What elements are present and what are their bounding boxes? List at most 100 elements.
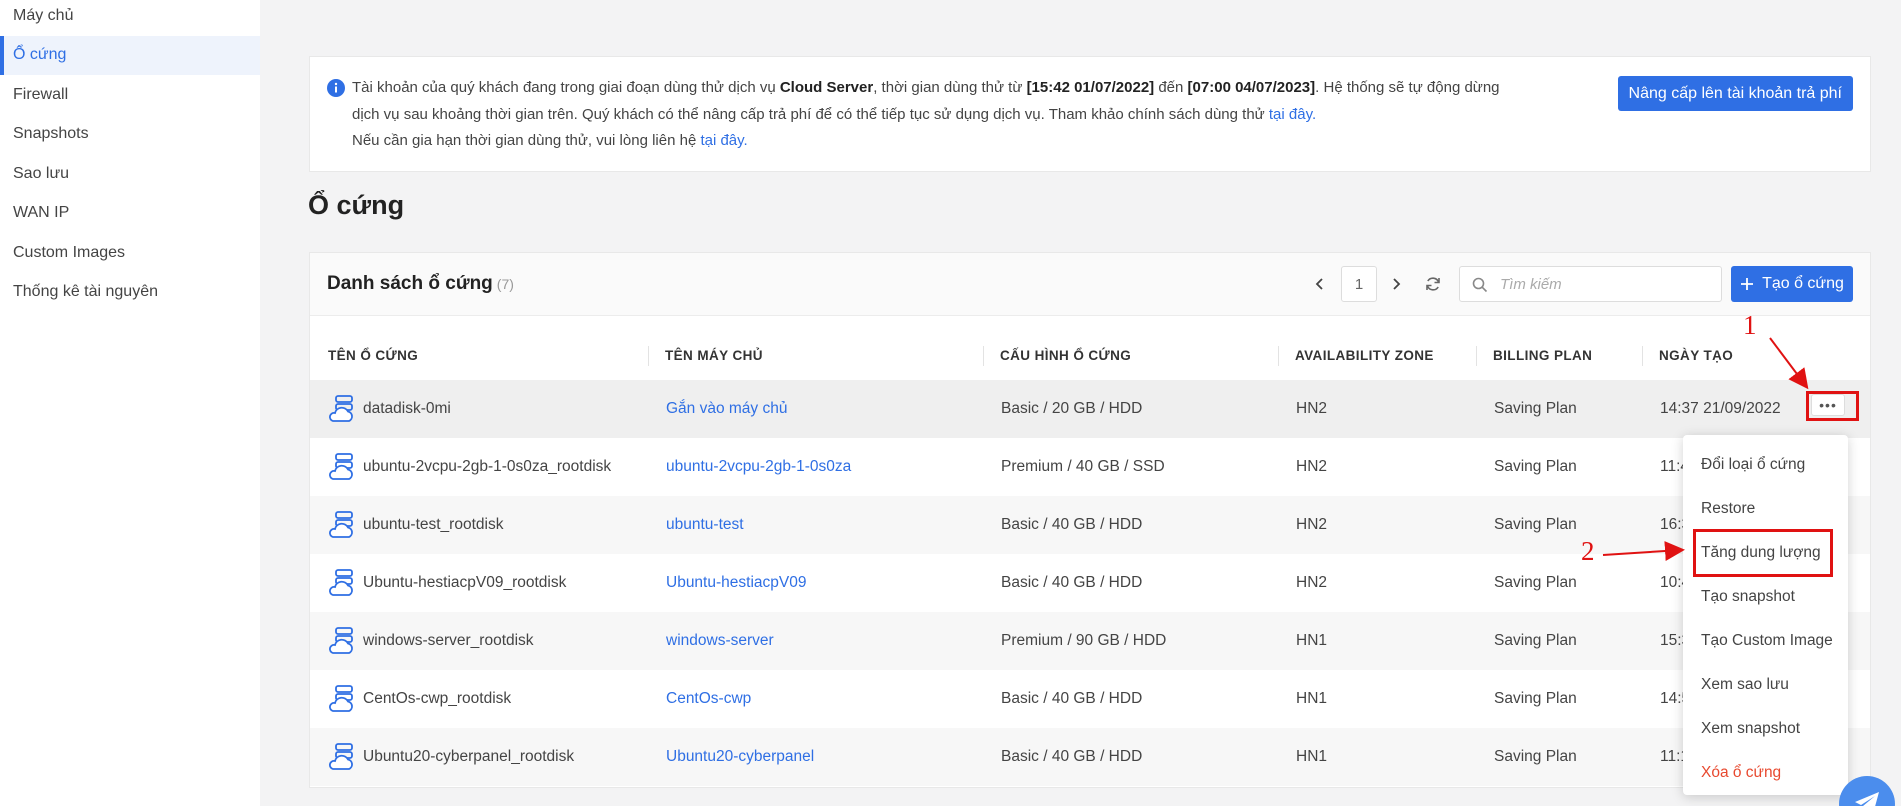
menu-item-restore[interactable]: Restore — [1683, 487, 1848, 531]
annotation-box-increase-capacity — [1693, 529, 1833, 577]
availability-zone: HN1 — [1296, 632, 1328, 649]
server-link[interactable]: CentOs-cwp — [666, 670, 751, 728]
sidebar-item-custom-images[interactable]: Custom Images — [0, 233, 260, 273]
sidebar-item-label: Snapshots — [13, 125, 89, 143]
sidebar-item-wan-ip[interactable]: WAN IP — [0, 194, 260, 234]
chevron-left-icon[interactable] — [1310, 273, 1330, 295]
sidebar-item-label: Firewall — [13, 85, 69, 103]
server-link[interactable]: ubuntu-2vcpu-2gb-1-0s0za — [666, 438, 851, 496]
sidebar-item-may-chu[interactable]: Máy chủ — [0, 0, 260, 36]
column-header: TÊN MÁY CHỦ — [665, 348, 763, 363]
policy-link[interactable]: tại đây. — [1269, 106, 1316, 123]
disk-name: ubuntu-test_rootdisk — [363, 516, 504, 533]
annotation-step-1: 1 — [1743, 310, 1757, 340]
plus-icon — [1741, 278, 1754, 290]
telegram-icon — [1855, 792, 1879, 806]
table-row[interactable]: ubuntu-test_rootdisk ubuntu-test Basic /… — [310, 496, 1870, 554]
notice-text: Tài khoản của quý khách đang trong giai … — [352, 75, 1512, 155]
server-link[interactable]: windows-server — [666, 612, 774, 670]
server-link[interactable]: Ubuntu-hestiacpV09 — [666, 554, 806, 612]
availability-zone: HN2 — [1296, 516, 1328, 533]
column-header: TÊN Ổ CỨNG — [328, 348, 419, 363]
menu-item-create-custom-image[interactable]: Tạo Custom Image — [1683, 619, 1848, 663]
disk-icon — [329, 627, 353, 654]
billing-plan: Saving Plan — [1494, 574, 1577, 591]
table-row[interactable]: CentOs-cwp_rootdisk CentOs-cwp Basic / 4… — [310, 670, 1870, 728]
contact-link[interactable]: tại đây. — [700, 132, 747, 149]
billing-plan: Saving Plan — [1494, 458, 1577, 475]
table-row[interactable]: Ubuntu20-cyberpanel_rootdisk Ubuntu20-cy… — [310, 728, 1870, 786]
disk-name: CentOs-cwp_rootdisk — [363, 690, 512, 707]
search-box — [1459, 266, 1722, 302]
support-chat-button[interactable] — [1839, 776, 1895, 806]
billing-plan: Saving Plan — [1494, 516, 1577, 533]
sidebar-item-sao-luu[interactable]: Sao lưu — [0, 154, 260, 194]
billing-plan: Saving Plan — [1494, 632, 1577, 649]
disk-config: Premium / 90 GB / HDD — [1001, 632, 1167, 649]
table-header: TÊN Ổ CỨNG TÊN MÁY CHỦ CẤU HÌNH Ổ CỨNG A… — [310, 333, 1870, 378]
upgrade-account-button[interactable]: Nâng cấp lên tài khoản trả phí — [1617, 76, 1853, 111]
notice-service: Cloud Server — [779, 79, 874, 96]
table-row[interactable]: windows-server_rootdisk windows-server P… — [310, 612, 1870, 670]
table-row[interactable]: Ubuntu-hestiacpV09_rootdisk Ubuntu-hesti… — [310, 554, 1870, 612]
menu-item-view-backups[interactable]: Xem sao lưu — [1683, 663, 1848, 707]
sidebar-item-label: Ổ cứng — [13, 46, 67, 64]
search-icon — [1472, 277, 1488, 293]
table-row[interactable]: datadisk-0mi Gắn vào máy chủ Basic / 20 … — [310, 380, 1870, 438]
column-header: AVAILABILITY ZONE — [1295, 348, 1434, 363]
annotation-box-more-button — [1806, 391, 1859, 421]
refresh-icon[interactable] — [1423, 273, 1443, 295]
disk-name: Ubuntu20-cyberpanel_rootdisk — [363, 748, 575, 765]
disk-config: Premium / 40 GB / SSD — [1001, 458, 1165, 475]
sidebar: Máy chủ Ổ cứng Firewall Snapshots Sao lư… — [0, 0, 260, 806]
sidebar-item-firewall[interactable]: Firewall — [0, 75, 260, 115]
disk-name: Ubuntu-hestiacpV09_rootdisk — [363, 574, 567, 591]
chevron-right-icon[interactable] — [1386, 273, 1406, 295]
create-disk-button[interactable]: Tạo ổ cứng — [1731, 266, 1853, 302]
availability-zone: HN1 — [1296, 690, 1328, 707]
disk-config: Basic / 20 GB / HDD — [1001, 400, 1143, 417]
sidebar-item-label: Thống kê tài nguyên — [13, 283, 158, 301]
card-header: Danh sách ổ cứng(7) 1 Tạo ổ cứng — [310, 253, 1870, 316]
current-page[interactable]: 1 — [1341, 266, 1377, 302]
disk-icon — [329, 395, 353, 422]
card-title: Danh sách ổ cứng (7) — [327, 273, 514, 295]
billing-plan: Saving Plan — [1494, 690, 1577, 707]
disk-icon — [329, 453, 353, 480]
menu-item-view-snapshots[interactable]: Xem snapshot — [1683, 707, 1848, 751]
disk-name: ubuntu-2vcpu-2gb-1-0s0za_rootdisk — [363, 458, 612, 475]
sidebar-item-label: WAN IP — [13, 204, 70, 222]
card-title-text: Danh sách ổ cứng — [327, 273, 493, 294]
menu-item-delete-disk[interactable]: Xóa ổ cứng — [1683, 751, 1848, 795]
notice-part3: đến — [1154, 79, 1188, 96]
column-divider — [648, 346, 649, 366]
availability-zone: HN2 — [1296, 574, 1328, 591]
disk-icon — [329, 743, 353, 770]
availability-zone: HN2 — [1296, 458, 1328, 475]
sidebar-item-o-cung[interactable]: Ổ cứng — [0, 35, 260, 75]
billing-plan: Saving Plan — [1494, 400, 1577, 417]
sidebar-item-label: Máy chủ — [13, 6, 74, 24]
notice-part2: , thời gian dùng thử từ — [873, 79, 1027, 96]
create-disk-label: Tạo ổ cứng — [1762, 275, 1844, 292]
disk-icon — [329, 685, 353, 712]
disk-config: Basic / 40 GB / HDD — [1001, 690, 1143, 707]
disk-config: Basic / 40 GB / HDD — [1001, 516, 1143, 533]
disk-actions-menu: Đổi loại ổ cứng Restore Tăng dung lượng … — [1683, 435, 1848, 795]
sidebar-item-thong-ke[interactable]: Thống kê tài nguyên — [0, 273, 260, 313]
menu-item-create-snapshot[interactable]: Tạo snapshot — [1683, 575, 1848, 619]
table-row[interactable]: ubuntu-2vcpu-2gb-1-0s0za_rootdisk ubuntu… — [310, 438, 1870, 496]
trial-notice: Tài khoản của quý khách đang trong giai … — [309, 56, 1871, 172]
column-divider — [1642, 346, 1643, 366]
created-date: 14:37 21/09/2022 — [1660, 400, 1781, 417]
server-link[interactable]: Gắn vào máy chủ — [666, 380, 787, 438]
sidebar-item-snapshots[interactable]: Snapshots — [0, 115, 260, 155]
disk-count: (7) — [496, 276, 514, 292]
disk-config: Basic / 40 GB / HDD — [1001, 574, 1143, 591]
server-link[interactable]: ubuntu-test — [666, 496, 744, 554]
column-divider — [1476, 346, 1477, 366]
search-input[interactable] — [1500, 273, 1715, 295]
server-link[interactable]: Ubuntu20-cyberpanel — [666, 728, 814, 786]
notice-end: [07:00 04/07/2023] — [1187, 79, 1316, 96]
menu-item-change-disk-type[interactable]: Đổi loại ổ cứng — [1683, 443, 1848, 487]
